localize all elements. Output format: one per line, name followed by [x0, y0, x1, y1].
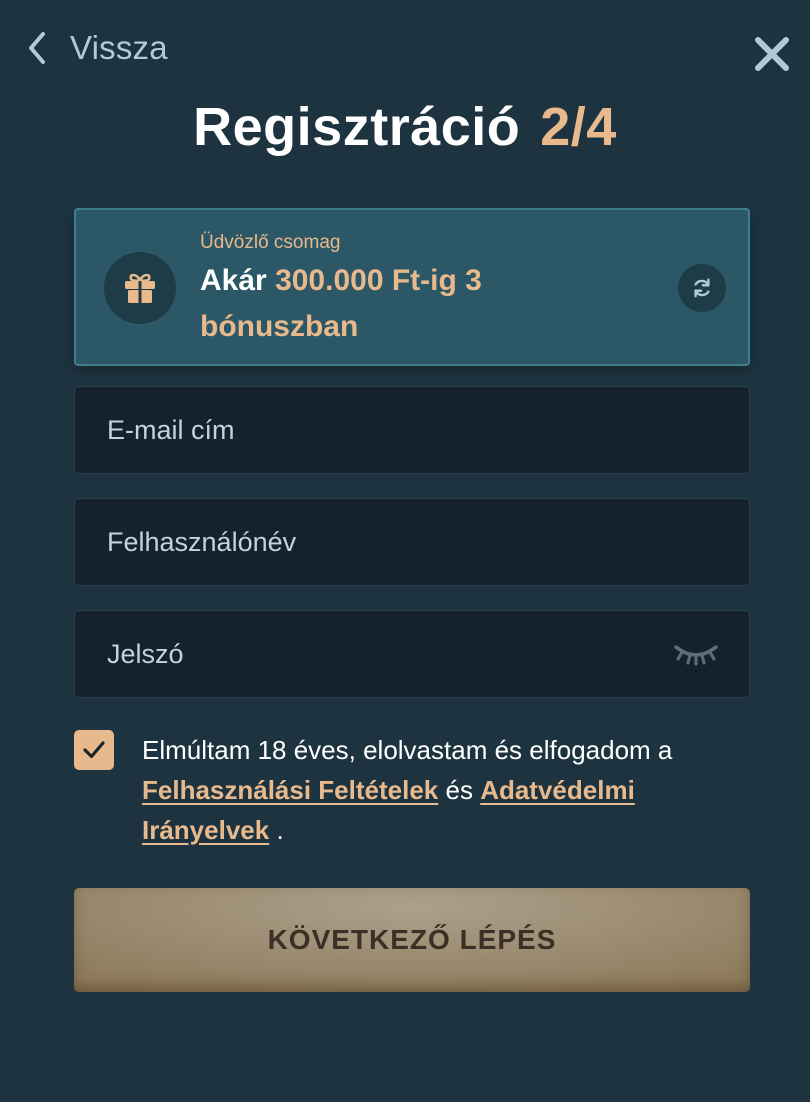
terms-of-use-link[interactable]: Felhasználási Feltételek: [142, 775, 438, 805]
terms-conjunction: és: [445, 775, 473, 805]
gift-badge: [104, 252, 176, 324]
bonus-subtitle: Üdvözlő csomag: [200, 232, 341, 253]
password-input[interactable]: [75, 611, 749, 697]
back-button[interactable]: Vissza: [26, 28, 168, 68]
terms-period: .: [276, 815, 284, 845]
page-title: Regisztráció 2/4: [0, 96, 810, 158]
age-terms-checkbox[interactable]: [74, 730, 114, 770]
email-field-container: [74, 386, 750, 474]
refresh-icon: [694, 278, 710, 298]
username-field-container: [74, 498, 750, 586]
title-text: Regisztráció: [193, 97, 521, 157]
close-icon[interactable]: [752, 34, 792, 74]
checkmark-icon: [83, 741, 105, 759]
eye-closed-icon[interactable]: [673, 641, 719, 669]
username-input[interactable]: [75, 499, 749, 585]
chevron-left-icon: [29, 32, 45, 64]
email-input[interactable]: [75, 387, 749, 473]
change-bonus-button[interactable]: [678, 264, 726, 312]
terms-text: Elmúltam 18 éves, elolvastam és elfogado…: [142, 730, 742, 850]
gift-icon: [125, 273, 155, 303]
next-step-button[interactable]: KÖVETKEZŐ LÉPÉS: [74, 888, 750, 992]
step-indicator: 2/4: [540, 97, 617, 157]
terms-intro: Elmúltam 18 éves, elolvastam és elfogado…: [142, 735, 673, 765]
bonus-card: Üdvözlő csomag Akár 300.000 Ft-ig 3 bónu…: [74, 208, 750, 366]
bonus-offer: Akár 300.000 Ft-ig 3 bónuszban: [200, 258, 580, 350]
bonus-prefix: Akár: [200, 264, 267, 297]
back-label: Vissza: [70, 29, 168, 66]
password-field-container: [74, 610, 750, 698]
